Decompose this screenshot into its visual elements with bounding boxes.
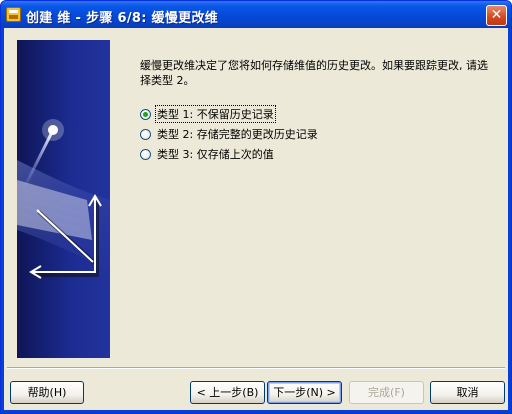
close-button[interactable]: ✕ (486, 5, 507, 26)
next-button[interactable]: 下一步(N) > (267, 381, 342, 404)
wizard-graphic-illustration (17, 119, 110, 279)
footer-divider (7, 367, 505, 369)
app-icon (6, 7, 21, 22)
radio-label[interactable]: 类型 2: 存储完整的更改历史记录 (155, 125, 320, 143)
finish-button[interactable]: 完成(F) (349, 381, 424, 404)
radio-option-type-3[interactable]: 类型 3: 仅存储上次的值 (140, 144, 320, 164)
wizard-window: 创建 维 - 步骤 6/8: 缓慢更改维 ✕ 缓慢更改维决定了您将如何存储维值的… (0, 0, 512, 414)
cancel-button[interactable]: 取消 (430, 381, 505, 404)
scd-type-radio-group: 类型 1: 不保留历史记录 类型 2: 存储完整的更改历史记录 类型 3: 仅存… (140, 104, 320, 164)
radio-button[interactable] (140, 128, 151, 140)
radio-label[interactable]: 类型 1: 不保留历史记录 (155, 105, 276, 123)
radio-button[interactable] (140, 108, 151, 120)
radio-option-type-1[interactable]: 类型 1: 不保留历史记录 (140, 104, 320, 124)
wizard-body: 缓慢更改维决定了您将如何存储维值的历史更改。如果要跟踪更改, 请选择类型 2。 … (4, 28, 508, 410)
radio-button[interactable] (140, 148, 151, 160)
step-description: 缓慢更改维决定了您将如何存储维值的历史更改。如果要跟踪更改, 请选择类型 2。 (140, 59, 488, 87)
back-button[interactable]: < 上一步(B) (190, 381, 265, 404)
window-title: 创建 维 - 步骤 6/8: 缓慢更改维 (26, 11, 219, 26)
wizard-side-graphic (17, 40, 110, 358)
help-button[interactable]: 帮助(H) (10, 381, 84, 404)
title-bar[interactable]: 创建 维 - 步骤 6/8: 缓慢更改维 ✕ (1, 1, 511, 28)
radio-option-type-2[interactable]: 类型 2: 存储完整的更改历史记录 (140, 124, 320, 144)
radio-label[interactable]: 类型 3: 仅存储上次的值 (155, 145, 276, 163)
